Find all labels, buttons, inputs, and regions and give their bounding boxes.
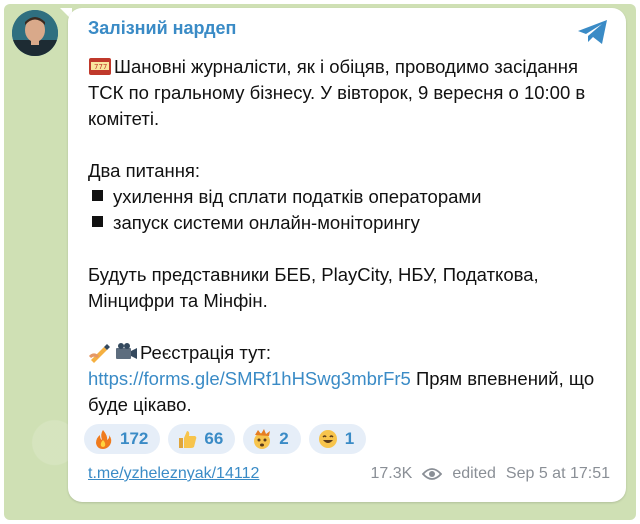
registration-line: Реєстрація тут: bbox=[88, 340, 608, 366]
intro-text: Шановні журналісти, як і обіцяв, проводи… bbox=[88, 56, 586, 129]
message-bubble: Залізний нардеп 777 Шановні журналісти, … bbox=[68, 8, 626, 502]
reactions-bar: 172 66 2 1 bbox=[84, 424, 367, 454]
message-footer: t.me/yzheleznyak/14112 17.3K edited Sep … bbox=[88, 462, 610, 486]
topic-text: ухилення від сплати податків операторами bbox=[113, 186, 482, 207]
intro-paragraph: 777 Шановні журналісти, як і обіцяв, про… bbox=[88, 54, 608, 132]
reaction-count: 172 bbox=[120, 429, 149, 448]
writing-hand-icon bbox=[88, 341, 114, 363]
telegram-icon[interactable] bbox=[576, 18, 610, 46]
thumbs-up-icon bbox=[179, 431, 197, 448]
reaction-count: 2 bbox=[279, 429, 289, 448]
eye-icon bbox=[422, 468, 443, 480]
fire-icon bbox=[96, 430, 112, 449]
grinning-face-icon bbox=[318, 430, 337, 448]
post-permalink[interactable]: t.me/yzheleznyak/14112 bbox=[88, 465, 259, 483]
view-count: 17.3K bbox=[370, 465, 413, 482]
bullet-square-icon bbox=[92, 190, 103, 201]
edited-label: edited bbox=[452, 465, 496, 482]
exploding-head-icon bbox=[254, 429, 271, 449]
reaction-thumbs-up[interactable]: 66 bbox=[168, 424, 236, 454]
reaction-fire[interactable]: 172 bbox=[84, 424, 161, 454]
registration-link-line: https://forms.gle/SMRf1hHSwg3mbrFr5 Прям… bbox=[88, 366, 608, 418]
topic-item: ухилення від сплати податків операторами bbox=[88, 184, 608, 210]
video-camera-icon bbox=[114, 341, 140, 363]
timestamp: Sep 5 at 17:51 bbox=[505, 465, 610, 482]
channel-name[interactable]: Залізний нардеп bbox=[88, 18, 236, 39]
reaction-exploding-head[interactable]: 2 bbox=[243, 424, 301, 454]
reaction-count: 66 bbox=[204, 429, 224, 448]
slot-machine-icon: 777 bbox=[88, 55, 114, 77]
registration-link[interactable]: https://forms.gle/SMRf1hHSwg3mbrFr5 bbox=[88, 368, 411, 389]
message-text: 777 Шановні журналісти, як і обіцяв, про… bbox=[88, 54, 608, 418]
attendees-text: Будуть представники БЕБ, PlayCity, НБУ, … bbox=[88, 264, 539, 311]
reaction-count: 1 bbox=[344, 429, 355, 448]
topic-item: запуск системи онлайн-моніторингу bbox=[88, 210, 608, 236]
topics-heading: Два питання: bbox=[88, 160, 201, 181]
bullet-square-icon bbox=[92, 216, 103, 227]
channel-avatar[interactable] bbox=[12, 10, 58, 56]
reaction-grinning-face[interactable]: 1 bbox=[308, 424, 367, 454]
svg-text:777: 777 bbox=[94, 63, 107, 71]
avatar-image bbox=[12, 10, 58, 56]
topic-text: запуск системи онлайн-моніторингу bbox=[113, 212, 420, 233]
registration-label: Реєстрація тут: bbox=[140, 342, 271, 363]
message-meta: 17.3K edited Sep 5 at 17:51 bbox=[371, 465, 611, 483]
